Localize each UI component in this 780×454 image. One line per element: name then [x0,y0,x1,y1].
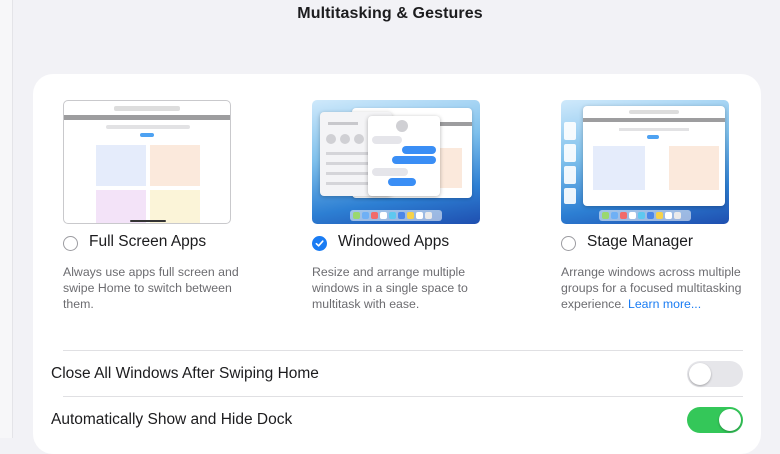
stage-manager-label: Stage Manager [587,233,693,250]
option-full-screen-apps[interactable]: Full Screen Apps Always use apps full sc… [63,100,273,312]
show-hide-dock-switch[interactable] [687,407,743,433]
close-all-windows-switch[interactable] [687,361,743,387]
switch-knob [689,363,711,385]
full-screen-apps-label: Full Screen Apps [89,233,207,250]
learn-more-link[interactable]: Learn more... [628,297,701,311]
page-title: Multitasking & Gestures [297,5,483,22]
checkmark-icon [315,240,324,247]
option-windowed-apps[interactable]: Windowed Apps Resize and arrange multipl… [312,100,522,312]
settings-card: Full Screen Apps Always use apps full sc… [33,74,761,454]
full-screen-apps-preview[interactable] [63,100,231,224]
sidebar-edge [0,0,13,438]
full-screen-apps-description: Always use apps full screen and swipe Ho… [63,265,239,311]
windowed-apps-description: Resize and arrange multiple windows in a… [312,265,468,311]
show-hide-dock-row: Automatically Show and Hide Dock [51,396,743,443]
windowed-apps-preview[interactable] [312,100,480,224]
stage-manager-radio[interactable] [561,236,576,251]
show-hide-dock-label: Automatically Show and Hide Dock [51,411,293,428]
full-screen-apps-radio[interactable] [63,236,78,251]
close-all-windows-row: Close All Windows After Swiping Home [51,350,743,397]
windowed-apps-radio[interactable] [312,236,327,251]
stage-manager-preview[interactable] [561,100,729,224]
close-all-windows-label: Close All Windows After Swiping Home [51,365,319,382]
switch-knob [719,409,741,431]
stage-manager-description: Arrange windows across multiple groups f… [561,264,743,312]
windowed-apps-label: Windowed Apps [338,233,450,250]
option-stage-manager[interactable]: Stage Manager Arrange windows across mul… [561,100,771,312]
